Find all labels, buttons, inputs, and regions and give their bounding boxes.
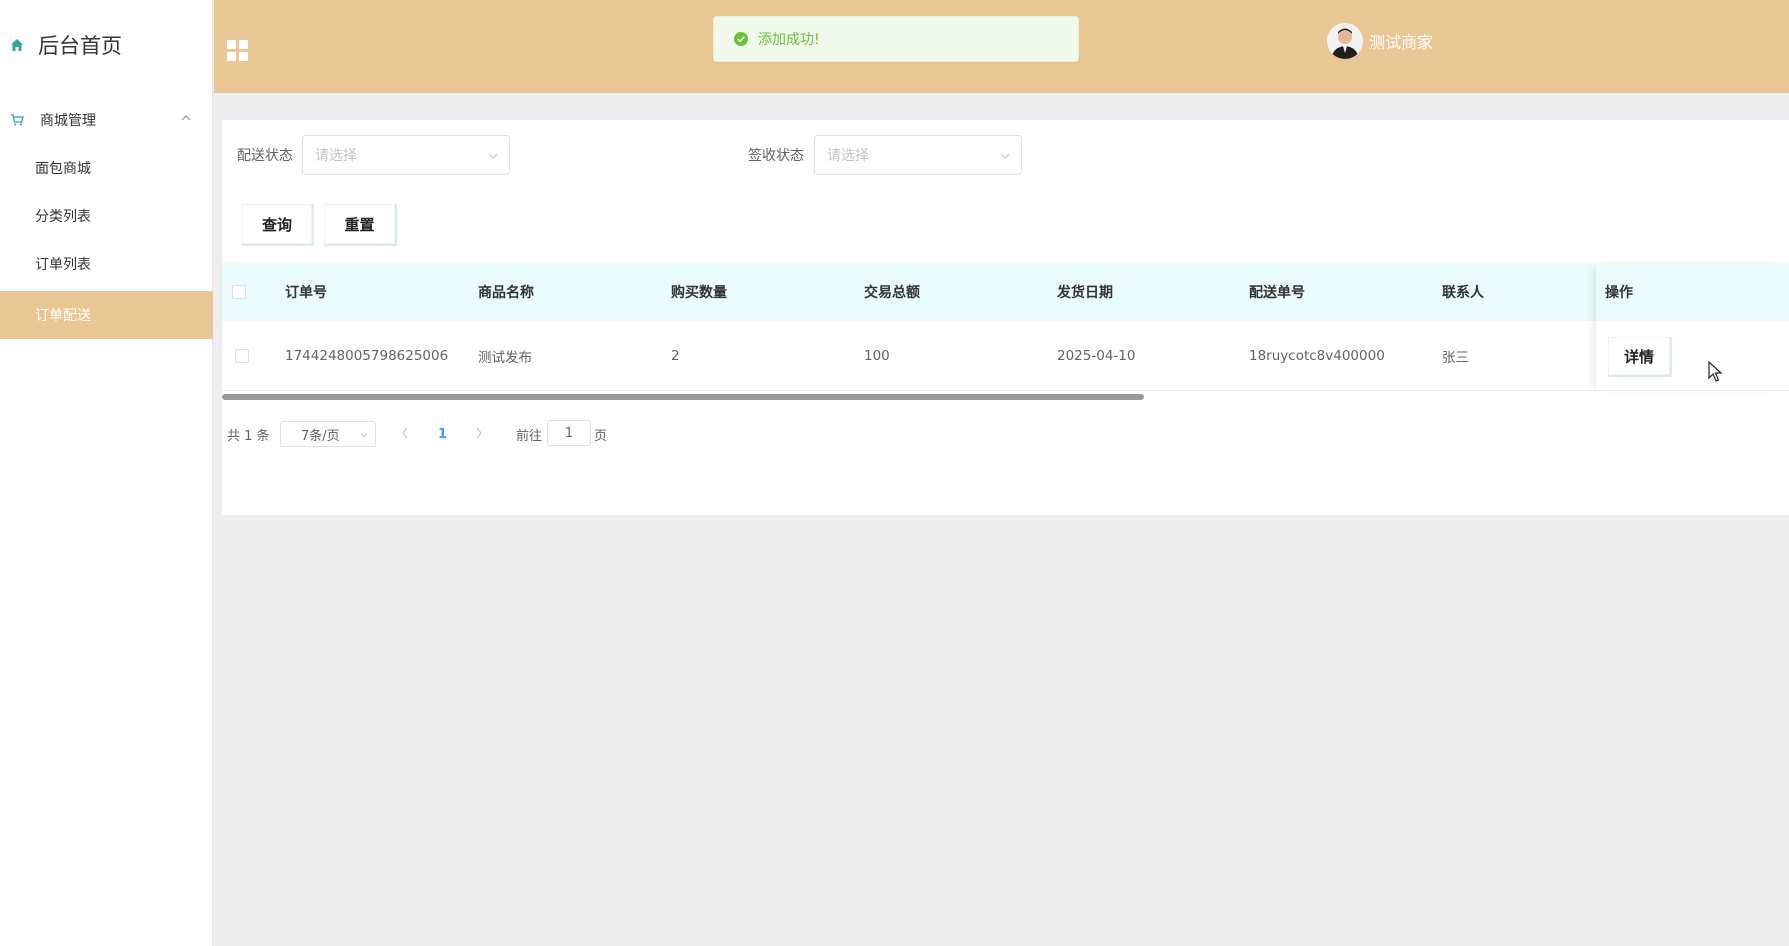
chevron-down-icon [999, 150, 1011, 162]
sidebar-item-label: 分类列表 [35, 209, 91, 225]
column-header-quantity: 购买数量 [671, 285, 727, 301]
cell-ship-date: 2025-04-10 [1057, 348, 1136, 364]
receipt-status-label: 签收状态 [748, 148, 804, 164]
receipt-status-select[interactable]: 请选择 [814, 135, 1022, 175]
column-header-ship-date: 发货日期 [1057, 285, 1113, 301]
select-all-checkbox[interactable] [232, 285, 246, 299]
page-size-select[interactable]: 7条/页 [280, 421, 376, 447]
column-header-contact: 联系人 [1442, 285, 1484, 301]
cell-quantity: 2 [671, 348, 680, 364]
table-row: 1744248005798625006 测试发布 2 100 2025-04-1… [222, 321, 1789, 391]
sidebar-item-label: 订单配送 [35, 308, 91, 324]
receipt-status-placeholder: 请选择 [827, 148, 869, 164]
column-header-order-no: 订单号 [285, 285, 327, 301]
page-size-value: 7条/页 [301, 428, 340, 444]
table-header: 订单号 商品名称 购买数量 交易总额 发货日期 配送单号 联系人 操作 [222, 263, 1789, 321]
delivery-status-select[interactable]: 请选择 [302, 135, 510, 175]
sidebar-item-label: 订单列表 [35, 257, 91, 273]
sidebar: 后台首页 商城管理 面包商城 分类列表 订单列表 订单配送 [0, 0, 213, 946]
chevron-down-icon [359, 430, 369, 440]
check-circle-icon [734, 32, 748, 46]
delivery-status-label: 配送状态 [237, 148, 293, 164]
column-header-product-name: 商品名称 [478, 285, 534, 301]
row-checkbox[interactable] [235, 349, 249, 363]
sidebar-home-link[interactable]: 后台首页 [0, 22, 213, 68]
page-unit-label: 页 [594, 428, 608, 444]
sidebar-item-order-list[interactable]: 订单列表 [0, 240, 213, 288]
chevron-down-icon [487, 150, 499, 162]
sidebar-group-label: 商城管理 [40, 113, 96, 129]
cart-icon [10, 113, 24, 127]
user-name: 测试商家 [1369, 33, 1434, 52]
sidebar-item-bread-mall[interactable]: 面包商城 [0, 144, 213, 192]
next-page-icon[interactable] [474, 426, 484, 440]
toast-message: 添加成功! [758, 32, 820, 48]
home-icon [10, 38, 24, 52]
sidebar-item-order-delivery[interactable]: 订单配送 [0, 291, 213, 339]
page-number-current[interactable]: 1 [438, 421, 447, 447]
sidebar-item-category-list[interactable]: 分类列表 [0, 192, 213, 240]
sidebar-home-title: 后台首页 [38, 34, 122, 58]
cell-product-name: 测试发布 [478, 350, 532, 366]
query-button[interactable]: 查询 [242, 204, 314, 246]
goto-label: 前往 [516, 428, 543, 444]
user-menu[interactable]: 测试商家 [1327, 23, 1433, 59]
pagination-total: 共 1 条 [227, 428, 270, 444]
prev-page-icon[interactable] [400, 426, 410, 440]
sidebar-group-mall-management[interactable]: 商城管理 [0, 104, 213, 136]
chevron-up-icon [181, 113, 191, 123]
cell-tracking-no: 18ruycotc8v400000 [1249, 348, 1385, 364]
cell-contact: 张三 [1442, 350, 1469, 366]
cell-total: 100 [864, 348, 890, 364]
horizontal-scrollbar[interactable] [222, 394, 1144, 400]
goto-page-input[interactable]: 1 [547, 420, 591, 446]
grid-menu-icon[interactable] [227, 40, 248, 61]
avatar[interactable] [1327, 23, 1363, 59]
success-toast: 添加成功! [713, 16, 1079, 62]
column-header-total: 交易总额 [864, 285, 920, 301]
sidebar-item-label: 面包商城 [35, 161, 91, 177]
detail-button[interactable]: 详情 [1608, 337, 1672, 377]
column-header-tracking-no: 配送单号 [1249, 285, 1305, 301]
delivery-status-placeholder: 请选择 [315, 148, 357, 164]
cell-order-no: 1744248005798625006 [285, 348, 449, 364]
reset-button[interactable]: 重置 [324, 204, 397, 246]
mouse-cursor-icon [1708, 361, 1724, 383]
